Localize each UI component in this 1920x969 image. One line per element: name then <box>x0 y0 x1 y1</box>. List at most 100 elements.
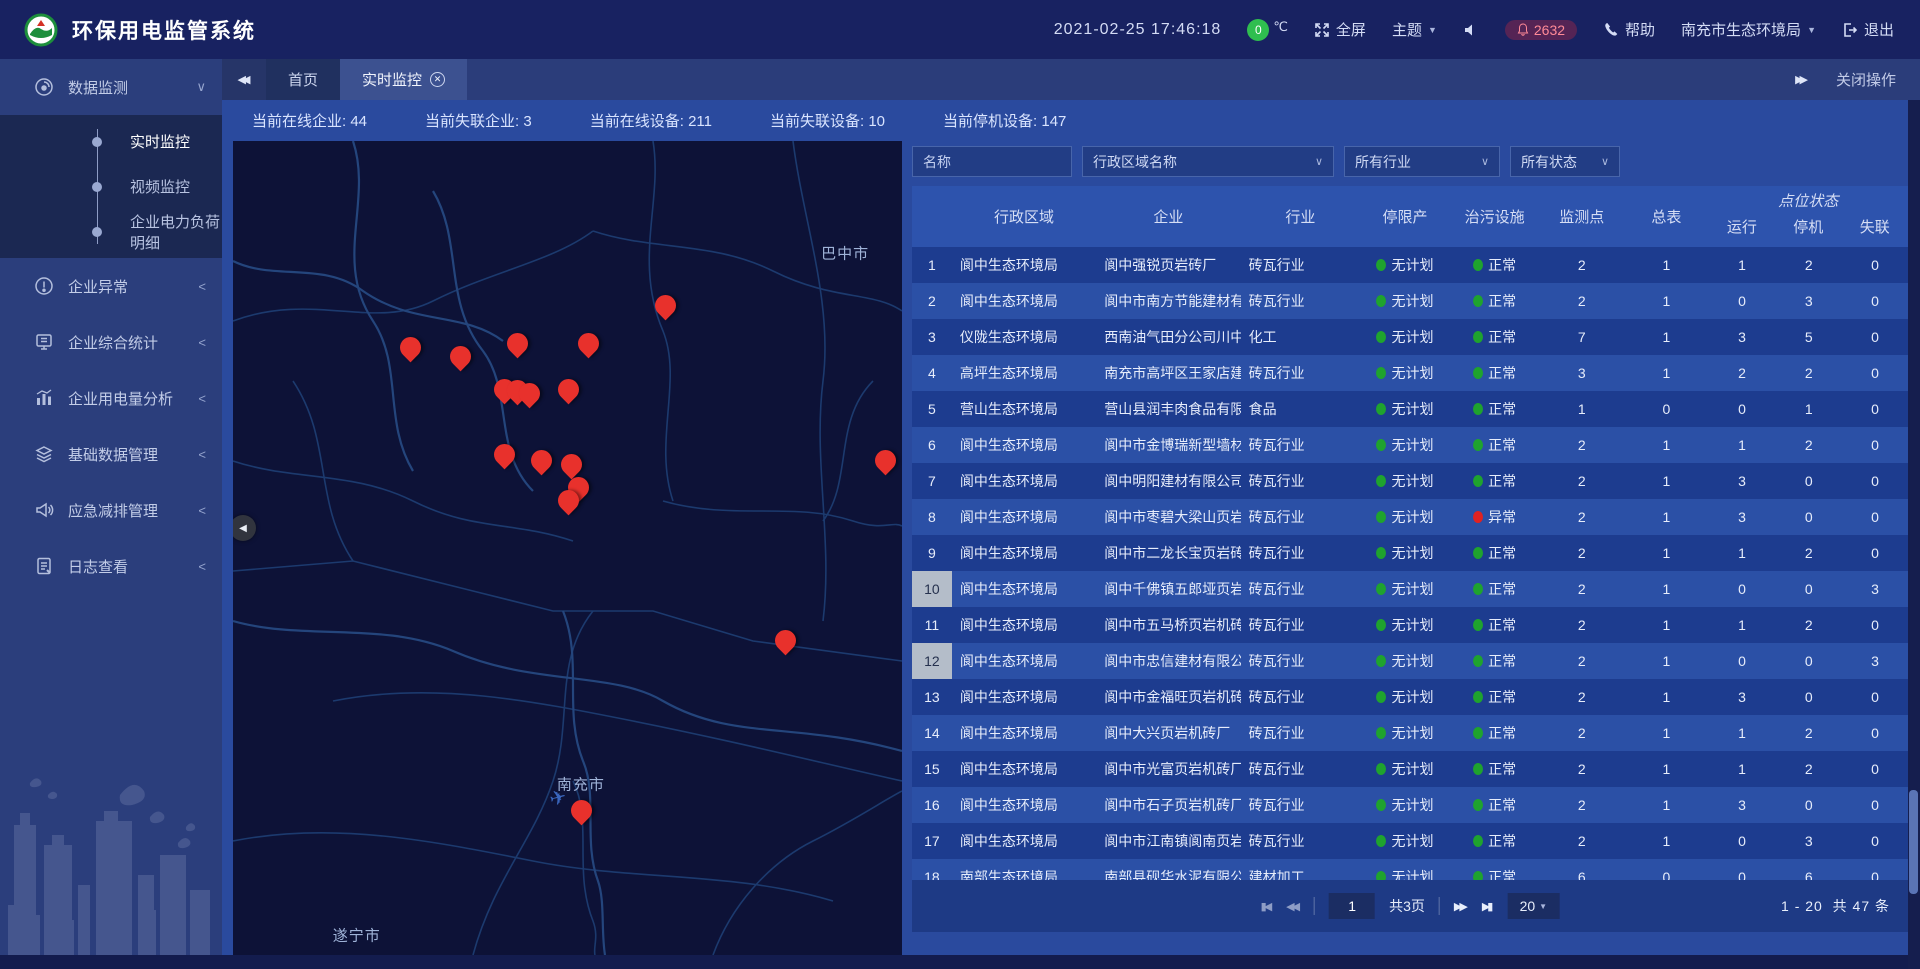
stat-value: 44 <box>350 113 367 130</box>
cell-num: 12 <box>912 643 952 679</box>
cell-meter: 1 <box>1624 427 1709 463</box>
table-row[interactable]: 4高坪生态环境局南充市高坪区王家店建砖瓦行业无计划正常31220 <box>912 355 1908 391</box>
sidebar-item-2[interactable]: 企业综合统计< <box>0 314 222 370</box>
sidebar-item-3[interactable]: 企业用电量分析< <box>0 370 222 426</box>
cell-stop: 0 <box>1775 499 1842 535</box>
name-search-input[interactable] <box>912 146 1072 177</box>
industry-select[interactable]: 所有行业 ∨ <box>1344 146 1500 177</box>
cell-stop: 2 <box>1775 247 1842 283</box>
tab-0[interactable]: 首页 <box>266 59 340 100</box>
page-size-select[interactable]: 20 ▼ <box>1507 893 1559 919</box>
collapse-tabs-button[interactable]: ◀◀ <box>222 59 266 100</box>
cell-facility: 正常 <box>1450 427 1540 463</box>
status-dot-icon <box>1473 835 1483 847</box>
table-row[interactable]: 17阆中生态环境局阆中市江南镇阆南页岩砖瓦行业无计划正常21030 <box>912 823 1908 859</box>
sidebar-item-1[interactable]: 企业异常< <box>0 258 222 314</box>
sidebar-subitem-2[interactable]: 企业电力负荷明细 <box>0 209 222 254</box>
table-row[interactable]: 15阆中生态环境局阆中市光富页岩机砖厂砖瓦行业无计划正常21120 <box>912 751 1908 787</box>
cell-industry: 砖瓦行业 <box>1241 607 1361 643</box>
status-dot-icon <box>1473 511 1483 523</box>
table-row[interactable]: 8阆中生态环境局阆中市枣碧大梁山页岩砖瓦行业无计划异常21300 <box>912 499 1908 535</box>
status-text: 正常 <box>1488 435 1516 455</box>
table-row[interactable]: 2阆中生态环境局阆中市南方节能建材有砖瓦行业无计划正常21030 <box>912 283 1908 319</box>
status-text: 无计划 <box>1391 399 1433 419</box>
chevron-left-icon: < <box>198 335 206 350</box>
table-row[interactable]: 13阆中生态环境局阆中市金福旺页岩机砖砖瓦行业无计划正常21300 <box>912 679 1908 715</box>
scroll-tabs-right-button[interactable]: ▶▶ <box>1795 73 1808 86</box>
status-dot-icon <box>1376 367 1386 379</box>
notification-badge[interactable]: 2632 <box>1505 20 1577 40</box>
status-dot-icon <box>1473 799 1483 811</box>
table-row[interactable]: 9阆中生态环境局阆中市二龙长宝页岩砖砖瓦行业无计划正常21120 <box>912 535 1908 571</box>
tab-1[interactable]: 实时监控 ✕ <box>340 59 467 100</box>
tab-close-icon[interactable]: ✕ <box>430 72 445 87</box>
cell-num: 1 <box>912 247 952 283</box>
status-text: 无计划 <box>1391 435 1433 455</box>
help-button[interactable]: 帮助 <box>1603 19 1655 40</box>
logout-button[interactable]: 退出 <box>1842 19 1894 40</box>
table-row[interactable]: 14阆中生态环境局阆中大兴页岩机砖厂砖瓦行业无计划正常21120 <box>912 715 1908 751</box>
cell-run: 0 <box>1709 823 1776 859</box>
table-row[interactable]: 7阆中生态环境局阆中明阳建材有限公司砖瓦行业无计划正常21300 <box>912 463 1908 499</box>
cell-industry: 砖瓦行业 <box>1241 571 1361 607</box>
sidebar-item-0[interactable]: 数据监测∨ <box>0 59 222 115</box>
next-page-button[interactable]: ▶▶ <box>1454 900 1468 913</box>
table-row[interactable]: 16阆中生态环境局阆中市石子页岩机砖厂砖瓦行业无计划正常21300 <box>912 787 1908 823</box>
chevron-left-icon: < <box>198 503 206 518</box>
table-row[interactable]: 10阆中生态环境局阆中千佛镇五郎垭页岩砖瓦行业无计划正常21003 <box>912 571 1908 607</box>
table-row[interactable]: 1阆中生态环境局阆中强锐页岩砖厂砖瓦行业无计划正常21120 <box>912 247 1908 283</box>
fullscreen-button[interactable]: 全屏 <box>1314 19 1366 40</box>
audio-mute-icon[interactable] <box>1463 22 1479 38</box>
column-header-meter: 总表 <box>1624 186 1709 247</box>
tab-label: 首页 <box>288 69 318 90</box>
cell-company: 阆中市忠信建材有限公 <box>1096 643 1240 679</box>
tab-label: 实时监控 <box>362 69 422 90</box>
status-dot-icon <box>1473 439 1483 451</box>
map-panel[interactable]: 巴中市南充市遂宁市 ✈ ◀ <box>233 141 902 955</box>
table-row[interactable]: 3仪陇生态环境局西南油气田分公司川中化工无计划正常71350 <box>912 319 1908 355</box>
status-text: 无计划 <box>1391 471 1433 491</box>
status-select[interactable]: 所有状态 ∨ <box>1510 146 1620 177</box>
page-number-input[interactable] <box>1329 893 1375 919</box>
cell-company: 阆中千佛镇五郎垭页岩 <box>1096 571 1240 607</box>
page-scrollbar-thumb[interactable] <box>1909 790 1918 894</box>
cell-company: 阆中明阳建材有限公司 <box>1096 463 1240 499</box>
stat-label: 当前在线企业: <box>252 113 350 130</box>
prev-page-button[interactable]: ◀◀ <box>1286 900 1300 913</box>
map-roads <box>233 141 902 955</box>
cell-num: 6 <box>912 427 952 463</box>
cell-limit: 无计划 <box>1360 283 1450 319</box>
status-dot-icon <box>1473 295 1483 307</box>
page-bottom-strip <box>0 955 1920 969</box>
cell-industry: 砖瓦行业 <box>1241 283 1361 319</box>
cell-meter: 1 <box>1624 355 1709 391</box>
cell-run: 0 <box>1709 391 1776 427</box>
sidebar-subitem-0[interactable]: 实时监控 <box>0 119 222 164</box>
table-row[interactable]: 11阆中生态环境局阆中市五马桥页岩机砖砖瓦行业无计划正常21120 <box>912 607 1908 643</box>
cell-points: 2 <box>1539 463 1624 499</box>
first-page-button[interactable]: ▮◀ <box>1261 900 1273 913</box>
cell-run: 3 <box>1709 679 1776 715</box>
cell-facility: 正常 <box>1450 535 1540 571</box>
user-org-dropdown[interactable]: 南充市生态环境局 ▼ <box>1681 19 1816 40</box>
cell-stop: 2 <box>1775 607 1842 643</box>
sidebar-item-6[interactable]: 日志查看< <box>0 538 222 594</box>
stats-bar: 当前在线企业: 44当前失联企业: 3当前在线设备: 211当前失联设备: 10… <box>222 100 1920 141</box>
table-row[interactable]: 18南部生态环境局南部县砚华水泥有限公建材加工无计划正常60060 <box>912 859 1908 880</box>
cell-meter: 1 <box>1624 715 1709 751</box>
cell-limit: 无计划 <box>1360 823 1450 859</box>
table-row[interactable]: 6阆中生态环境局阆中市金博瑞新型墙材砖瓦行业无计划正常21120 <box>912 427 1908 463</box>
cell-meter: 1 <box>1624 463 1709 499</box>
status-text: 无计划 <box>1391 579 1433 599</box>
cell-run: 1 <box>1709 751 1776 787</box>
sidebar-subitem-1[interactable]: 视频监控 <box>0 164 222 209</box>
sidebar-item-4[interactable]: 基础数据管理< <box>0 426 222 482</box>
region-select[interactable]: 行政区域名称 ∨ <box>1082 146 1334 177</box>
close-operations-button[interactable]: 关闭操作 <box>1836 69 1896 90</box>
theme-dropdown[interactable]: 主题 ▼ <box>1392 19 1437 40</box>
sidebar-item-5[interactable]: 应急减排管理< <box>0 482 222 538</box>
stat-value: 3 <box>523 113 531 130</box>
table-row[interactable]: 12阆中生态环境局阆中市忠信建材有限公砖瓦行业无计划正常21003 <box>912 643 1908 679</box>
last-page-button[interactable]: ▶▮ <box>1482 900 1494 913</box>
table-row[interactable]: 5营山生态环境局营山县润丰肉食品有限食品无计划正常10010 <box>912 391 1908 427</box>
